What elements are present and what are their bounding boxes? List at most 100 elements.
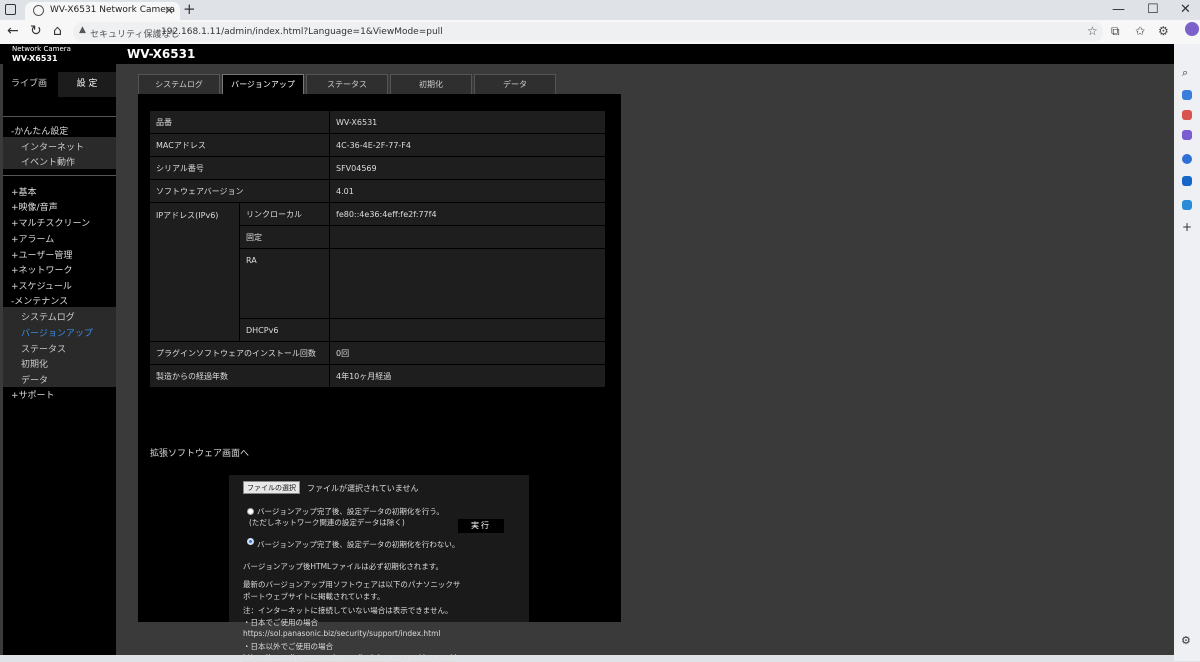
sidebar-item-maintenance[interactable]: -メンテナンス xyxy=(11,294,68,307)
url-field[interactable]: ▲ セキュリティ保護なし 192.168.1.11/admin/index.ht… xyxy=(73,22,1103,42)
extensions-icon[interactable]: ⚙ xyxy=(1158,24,1169,38)
tab-initialize[interactable]: 初期化 xyxy=(390,74,472,94)
address-bar-row: ← ↻ ⌂ ▲ セキュリティ保護なし 192.168.1.11/admin/in… xyxy=(0,20,1200,44)
init-settings-radio[interactable] xyxy=(247,508,254,515)
office-icon[interactable] xyxy=(1182,154,1192,164)
keep-settings-radio[interactable] xyxy=(247,538,254,545)
browser-tab-strip: WV-X6531 Network Camera × + — ☐ ✕ xyxy=(0,0,1200,20)
dhcpv6-label: DHCPv6 xyxy=(240,319,330,341)
sidebar-item-internet[interactable]: インターネット xyxy=(21,140,84,153)
sidebar: ライブ画 設 定 -かんたん設定 インターネット イベント動作 +基本 +映像/… xyxy=(3,64,116,655)
sidebar-item-multiscreen[interactable]: +マルチスクリーン xyxy=(11,216,90,229)
home-icon[interactable]: ⌂ xyxy=(53,23,62,39)
extension-software-link[interactable]: 拡張ソフトウェア画面へ xyxy=(150,446,249,459)
sidebar-item-image-audio[interactable]: +映像/音声 xyxy=(11,200,58,213)
table-row: MACアドレス 4C-36-4E-2F-77-F4 xyxy=(150,134,606,156)
table-row: IPアドレス(IPv6) リンクローカル fe80::4e36:4eff:fe2… xyxy=(150,203,606,341)
live-tab[interactable]: ライブ画 xyxy=(3,72,58,97)
tab-title: WV-X6531 Network Camera xyxy=(50,5,176,15)
page-header: Network Camera WV-X6531 WV-X6531 xyxy=(0,44,1174,65)
choose-file-button[interactable]: ファイルの選択 xyxy=(243,481,300,494)
model-value: WV-X6531 xyxy=(330,111,606,133)
camera-web-page: Network Camera WV-X6531 WV-X6531 ライブ画 設 … xyxy=(0,44,1174,662)
tab-upgrade[interactable]: バージョンアップ xyxy=(222,74,304,94)
serial-label: シリアル番号 xyxy=(150,157,330,179)
plugin-label: プラグインソフトウェアのインストール回数 xyxy=(150,342,330,364)
upload-box: ファイルの選択 ファイルが選択されていません バージョンアップ完了後、設定データ… xyxy=(229,475,529,662)
sidebar-item-initialize[interactable]: 初期化 xyxy=(21,357,48,370)
table-row: 品番 WV-X6531 xyxy=(150,111,606,133)
browser-side-panel: ⌕ + ⚙ xyxy=(1174,44,1200,661)
new-tab-button[interactable]: + xyxy=(183,0,196,18)
sidebar-item-user-mng[interactable]: +ユーザー管理 xyxy=(11,248,72,261)
execute-button[interactable]: 実行 xyxy=(458,519,504,533)
sidebar-item-system-log[interactable]: システムログ xyxy=(21,310,75,323)
copilot-icon[interactable] xyxy=(1185,22,1199,36)
favorites-icon[interactable]: ✩ xyxy=(1135,24,1145,38)
support-note-4: ・日本でご使用の場合 xyxy=(243,618,318,627)
mac-label: MACアドレス xyxy=(150,134,330,156)
tab-actions-icon[interactable] xyxy=(5,4,16,15)
device-info-table: 品番 WV-X6531 MACアドレス 4C-36-4E-2F-77-F4 シリ… xyxy=(150,110,606,388)
ipv6-label: IPアドレス(IPv6) xyxy=(150,203,240,341)
sidebar-item-support[interactable]: +サポート xyxy=(11,388,55,401)
settings-gear-icon[interactable]: ⚙ xyxy=(1181,634,1191,647)
send-icon[interactable] xyxy=(1182,200,1192,210)
maximize-button[interactable]: ☐ xyxy=(1147,2,1159,17)
brand-logo: Network Camera WV-X6531 xyxy=(3,44,116,65)
table-row: ソフトウェアバージョン 4.01 xyxy=(150,180,606,202)
keep-settings-label[interactable]: バージョンアップ完了後、設定データの初期化を行わない。 xyxy=(257,539,459,550)
init-settings-label[interactable]: バージョンアップ完了後、設定データの初期化を行う。 xyxy=(257,506,444,517)
minimize-button[interactable]: — xyxy=(1112,2,1125,17)
url-text: 192.168.1.11/admin/index.html?Language=1… xyxy=(161,27,443,37)
tab-data[interactable]: データ xyxy=(474,74,556,94)
reload-icon[interactable]: ↻ xyxy=(30,23,42,39)
close-window-button[interactable]: ✕ xyxy=(1180,2,1191,17)
table-row: 製造からの経過年数 4年10ヶ月経過 xyxy=(150,365,606,387)
close-tab-icon[interactable]: × xyxy=(164,3,174,17)
browser-tab[interactable]: WV-X6531 Network Camera × xyxy=(25,2,180,20)
model-label: 品番 xyxy=(150,111,330,133)
dhcpv6-value xyxy=(330,319,606,341)
sidebar-easy-setup[interactable]: -かんたん設定 xyxy=(11,124,68,137)
link-local-value: fe80::4e36:4eff:fe2f:77f4 xyxy=(330,203,606,225)
sidebar-item-status[interactable]: ステータス xyxy=(21,342,66,355)
people-icon[interactable] xyxy=(1182,130,1192,140)
sidebar-item-schedule[interactable]: +スケジュール xyxy=(11,279,72,292)
support-url-japan[interactable]: https://sol.panasonic.biz/security/suppo… xyxy=(243,629,440,638)
tag-icon[interactable] xyxy=(1182,90,1192,100)
ra-label: RA xyxy=(240,249,330,318)
add-icon[interactable]: + xyxy=(1182,220,1192,234)
init-settings-note: (ただしネットワーク関連の設定データは除く) xyxy=(249,518,405,527)
manual-value xyxy=(330,226,606,248)
elapsed-label: 製造からの経過年数 xyxy=(150,365,330,387)
favorite-star-icon[interactable]: ☆ xyxy=(1087,24,1098,38)
setup-tab[interactable]: 設 定 xyxy=(58,72,116,97)
mac-value: 4C-36-4E-2F-77-F4 xyxy=(330,134,606,156)
sidebar-item-data[interactable]: データ xyxy=(21,373,48,386)
sidebar-item-basic[interactable]: +基本 xyxy=(11,185,37,198)
sidebar-item-network[interactable]: +ネットワーク xyxy=(11,263,73,276)
brand-line-1: Network Camera xyxy=(12,45,71,53)
sidebar-item-upgrade[interactable]: バージョンアップ xyxy=(21,326,93,339)
back-arrow-icon[interactable]: ← xyxy=(7,23,19,39)
table-row: プラグインソフトウェアのインストール回数 0回 xyxy=(150,342,606,364)
manual-label: 固定 xyxy=(240,226,330,248)
plugin-value: 0回 xyxy=(330,342,606,364)
tab-system-log[interactable]: システムログ xyxy=(138,74,220,94)
support-note-2: ポートウェブサイトに掲載されています。 xyxy=(243,592,385,601)
sw-version-value: 4.01 xyxy=(330,180,606,202)
globe-icon xyxy=(33,5,44,16)
support-note-3: 注：インターネットに接続していない場合は表示できません。 xyxy=(243,606,453,615)
split-screen-icon[interactable]: ⧉ xyxy=(1111,24,1120,39)
serial-value: SFV04569 xyxy=(330,157,606,179)
search-icon[interactable]: ⌕ xyxy=(1182,66,1188,80)
sidebar-item-event[interactable]: イベント動作 xyxy=(21,155,75,168)
warning-icon: ▲ xyxy=(79,25,86,35)
support-note-5: ・日本以外でご使用の場合 xyxy=(243,642,333,651)
tab-status[interactable]: ステータス xyxy=(306,74,388,94)
toolbox-icon[interactable] xyxy=(1182,110,1192,120)
no-file-label: ファイルが選択されていません xyxy=(307,484,419,493)
outlook-icon[interactable] xyxy=(1182,176,1192,186)
sidebar-item-alarm[interactable]: +アラーム xyxy=(11,232,54,245)
